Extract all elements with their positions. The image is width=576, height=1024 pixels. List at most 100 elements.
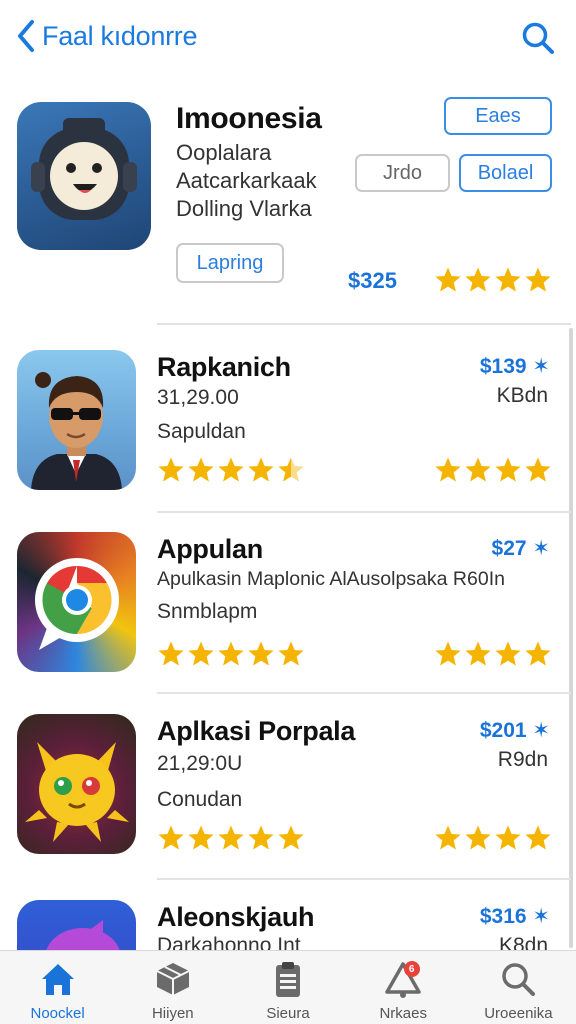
featured-subtitle-1: Ooplalara	[176, 140, 272, 165]
tab-search[interactable]: Uroeenika	[461, 951, 576, 1024]
app-size: KBdn	[496, 384, 548, 407]
list-item[interactable]: Aleonskjauh Darkahonno Int $316 ✶ K8dn	[0, 900, 576, 950]
app-icon	[17, 900, 136, 950]
box-icon	[156, 963, 190, 995]
list-item[interactable]: Appulan Apulkasin Maplonic AlAusolpsaka …	[0, 532, 576, 712]
search-icon	[502, 963, 536, 996]
star-icon	[278, 641, 304, 666]
featured-rating	[434, 266, 552, 294]
star-icon	[188, 825, 214, 850]
star-icon	[465, 267, 491, 292]
app-meta: 31,29.00	[157, 386, 239, 409]
search-icon[interactable]	[520, 20, 556, 56]
tab-label: Nrkaes	[379, 1005, 427, 1022]
star-icon	[465, 641, 491, 666]
app-price: $201 ✶	[479, 719, 550, 742]
app-category: Conudan	[157, 788, 243, 811]
app-icon	[17, 714, 136, 854]
tab-label: Hiiyen	[151, 1005, 194, 1022]
tab-home[interactable]: Noockel	[0, 951, 115, 1024]
robot-icon	[31, 118, 137, 220]
app-title: Aleonskjauh	[157, 902, 315, 932]
featured-gray-button[interactable]: Jrdo	[355, 154, 450, 192]
app-title: Rapkanich	[157, 352, 291, 382]
app-meta: Darkahonno Int	[157, 934, 301, 950]
featured-price: $325	[348, 268, 397, 293]
featured-blue-button[interactable]: Bolael	[459, 154, 552, 192]
app-size: K8dn	[498, 934, 548, 950]
home-icon	[41, 964, 74, 995]
tab-clipboard[interactable]: Sieura	[230, 951, 345, 1024]
star-icon	[218, 457, 244, 482]
app-title: Aplkasi Porpala	[157, 716, 356, 746]
app-icon	[17, 532, 136, 672]
star-icon	[248, 457, 274, 482]
featured-app: Imoonesia Ooplalara Aatcarkarkaak Dollin…	[0, 92, 576, 307]
tab-label: Noockel	[30, 1005, 85, 1022]
star-icon	[218, 641, 244, 666]
rating-left	[157, 640, 305, 668]
app-meta: Apulkasin Maplonic AlAusolpsaka R60In	[157, 568, 505, 590]
featured-title: Imoonesia	[176, 102, 322, 135]
list-item[interactable]: Aplkasi Porpala 21,29:0U Conudan $201 ✶ …	[0, 714, 576, 894]
rating-right	[434, 456, 552, 484]
star-icon	[278, 457, 304, 482]
app-price: $139 ✶	[479, 355, 550, 378]
app-title: Appulan	[157, 534, 263, 564]
star-icon	[188, 457, 214, 482]
back-button[interactable]: Faal kıdonrre	[14, 18, 197, 54]
person-avatar-icon	[31, 372, 122, 490]
tab-bar: Noockel Hiiyen Sieura 6 Nrkaes Uroeenika	[0, 950, 576, 1024]
tab-updates[interactable]: 6 Nrkaes	[346, 951, 461, 1024]
featured-subtitle-2: Aatcarkarkaak	[176, 168, 317, 193]
app-meta: 21,29:0U	[157, 752, 243, 775]
star-icon	[278, 825, 304, 850]
app-price: $27 ✶	[491, 537, 550, 560]
star-icon	[435, 267, 461, 292]
tab-label: Sieura	[266, 1005, 310, 1022]
list-item[interactable]: Rapkanich 31,29.00 Sapuldan $139 ✶ KBdn	[0, 350, 576, 530]
divider	[157, 692, 571, 694]
chrome-chat-icon	[35, 558, 119, 650]
app-size: R9dn	[497, 748, 548, 771]
star-icon	[158, 641, 184, 666]
rating-left	[157, 824, 305, 852]
tab-label: Uroeenika	[484, 1005, 553, 1022]
featured-get-button[interactable]: Lapring	[176, 243, 284, 283]
app-category: Snmblapm	[157, 600, 258, 623]
tab-box[interactable]: Hiiyen	[115, 951, 230, 1024]
featured-subtitle-3: Dolling Vlarka	[176, 196, 312, 221]
featured-top-button[interactable]: Eaes	[444, 97, 552, 135]
app-category: Sapuldan	[157, 420, 246, 443]
star-icon	[158, 825, 184, 850]
app-price: $316 ✶	[479, 905, 550, 928]
chevron-left-icon	[18, 20, 34, 52]
star-icon	[435, 641, 461, 666]
back-label: Faal kıdonrre	[42, 20, 198, 51]
clipboard-icon	[276, 962, 300, 997]
creature-icon	[46, 920, 120, 950]
star-icon	[435, 825, 461, 850]
star-icon	[495, 641, 521, 666]
star-icon	[525, 267, 551, 292]
star-icon	[158, 457, 184, 482]
star-icon	[495, 825, 521, 850]
featured-app-icon[interactable]	[17, 102, 151, 250]
star-icon	[525, 457, 551, 482]
star-icon	[495, 457, 521, 482]
rating-right	[434, 640, 552, 668]
app-icon	[17, 350, 136, 490]
divider	[157, 878, 571, 880]
notification-badge: 6	[403, 961, 420, 977]
pokemon-creature-icon	[25, 742, 129, 842]
star-icon	[465, 825, 491, 850]
nav-header: Faal kıdonrre	[0, 0, 576, 80]
star-icon	[525, 825, 551, 850]
star-icon	[465, 457, 491, 482]
star-icon	[435, 457, 461, 482]
divider	[157, 511, 571, 513]
star-icon	[248, 825, 274, 850]
divider	[157, 323, 571, 325]
star-icon	[248, 641, 274, 666]
star-icon	[525, 641, 551, 666]
